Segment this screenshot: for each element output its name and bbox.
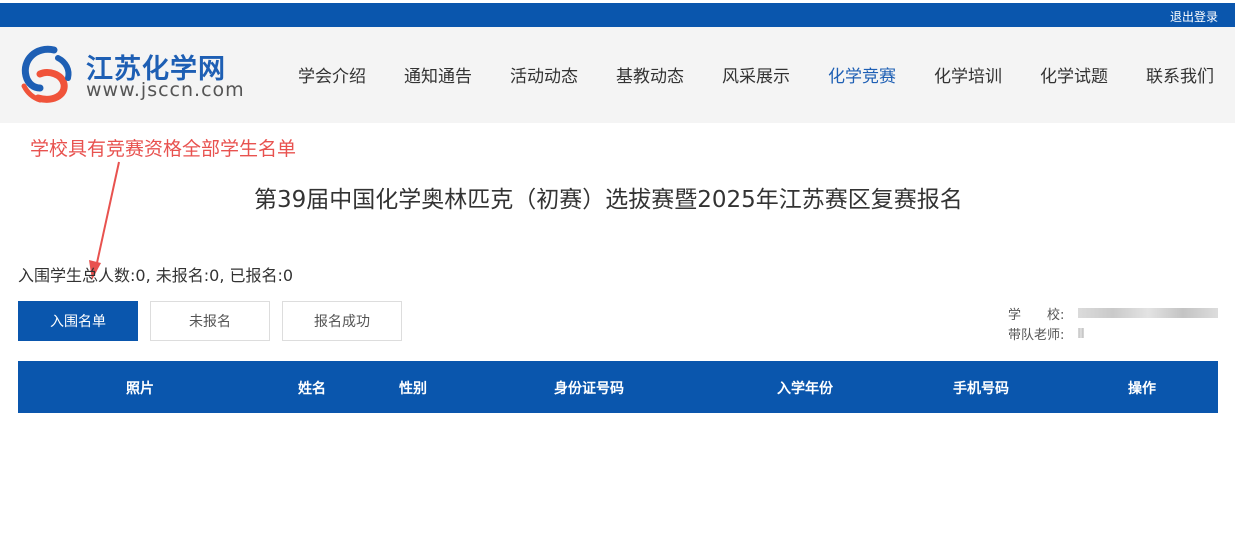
column-header-photo: 照片 [126,381,154,397]
logo-mark-icon [21,45,72,103]
nav-item-training[interactable]: 化学培训 [934,62,1002,87]
nav-item-contact[interactable]: 联系我们 [1146,62,1214,87]
site-logo[interactable]: 江苏化学网 www.jsccn.com [18,44,258,106]
tab-shortlist[interactable]: 入围名单 [18,301,138,341]
school-value-redacted [1078,308,1218,318]
column-header-enrollment-year: 入学年份 [777,381,833,397]
site-header: 江苏化学网 www.jsccn.com 学会介绍 通知通告 活动动态 基教动态 … [0,27,1235,123]
nav-item-about[interactable]: 学会介绍 [298,62,366,87]
nav-item-competition[interactable]: 化学竞赛 [828,62,896,87]
site-url: www.jsccn.com [86,79,245,101]
tab-not-registered[interactable]: 未报名 [150,301,270,341]
school-label: 学 校: [1008,307,1065,323]
column-header-name: 姓名 [298,381,326,397]
column-header-phone: 手机号码 [953,381,1009,397]
column-header-gender: 性别 [399,381,427,397]
teacher-label: 带队老师: [1008,327,1065,343]
top-bar: 退出登录 [0,0,1235,27]
page-title-text: 第39届中国化学奥林匹克（初赛）选拔赛暨2025年江苏赛区复赛报名 [254,187,963,213]
nav-item-activities[interactable]: 活动动态 [510,62,578,87]
column-header-actions: 操作 [1128,381,1156,397]
student-stats: 入围学生总人数:0, 未报名:0, 已报名:0 [18,266,294,285]
annotation-note: 学校具有竞赛资格全部学生名单 [30,138,297,160]
tab-registered[interactable]: 报名成功 [282,301,402,341]
school-info: 学 校: 带队老师: [1008,303,1218,343]
nav-item-basic-education[interactable]: 基教动态 [616,62,684,87]
nav-item-notices[interactable]: 通知通告 [404,62,472,87]
column-header-id-number: 身份证号码 [554,381,624,397]
nav-item-showcase[interactable]: 风采展示 [722,62,790,87]
table-header: 照片 姓名 性别 身份证号码 入学年份 手机号码 操作 [18,361,1218,413]
nav-item-exams[interactable]: 化学试题 [1040,62,1108,87]
teacher-value-redacted [1078,328,1084,338]
logout-link[interactable]: 退出登录 [1170,8,1218,25]
